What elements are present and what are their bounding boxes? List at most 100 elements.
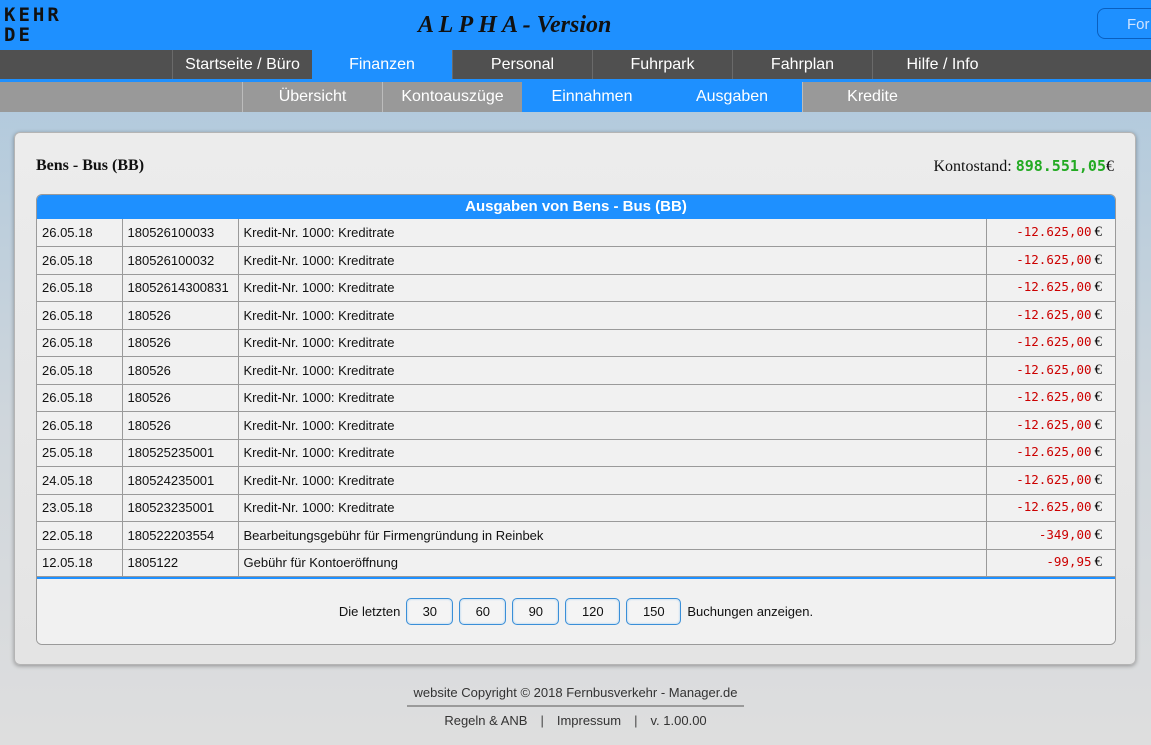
subnav-tab-einnahmen[interactable]: Einnahmen xyxy=(522,82,662,112)
row-currency: € xyxy=(1094,251,1103,268)
row-amount-cell: -12.625,00 € xyxy=(986,494,1115,522)
row-amount: -12.625,00 xyxy=(1016,279,1092,295)
balance-amount: 898.551,05 xyxy=(1015,157,1106,175)
row-amount-cell: -12.625,00 € xyxy=(986,439,1115,467)
footer-prefix: Die letzten xyxy=(338,604,401,619)
row-currency: € xyxy=(1094,416,1103,433)
show-150-button[interactable]: 150 xyxy=(626,598,682,625)
logo[interactable]: KEHR DE xyxy=(4,5,62,45)
table-row: 24.05.18 180524235001 Kredit-Nr. 1000: Kre… xyxy=(37,466,1115,495)
row-description: Kredit-Nr. 1000: Kreditrate xyxy=(238,384,987,412)
row-reference: 180524235001 xyxy=(122,466,239,495)
row-currency: € xyxy=(1094,554,1103,571)
logo-line2: DE xyxy=(4,24,33,46)
row-amount: -349,00 xyxy=(1038,526,1092,542)
row-amount-cell: -99,95 € xyxy=(986,549,1115,577)
row-amount-cell: -12.625,00 € xyxy=(986,219,1115,247)
row-reference: 180526100032 xyxy=(122,246,239,275)
row-date: 26.05.18 xyxy=(37,329,123,357)
row-reference: 18052614300831 xyxy=(122,274,239,302)
row-currency: € xyxy=(1094,361,1103,378)
header-right-button[interactable]: For xyxy=(1097,8,1151,39)
table-row: 22.05.18 180522203554 Bearbeitungsgebühr f… xyxy=(37,521,1115,550)
link-regeln[interactable]: Regeln & ANB xyxy=(444,713,527,728)
table-row: 26.05.18 180526100032 Kredit-Nr. 1000: Kre… xyxy=(37,246,1115,275)
footer-links: Regeln & ANB | Impressum | v. 1.00.00 xyxy=(444,713,707,728)
row-amount-cell: -12.625,00 € xyxy=(986,411,1115,440)
subnav-tab-kontoauszuege[interactable]: Kontoauszüge xyxy=(382,82,522,112)
row-description: Kredit-Nr. 1000: Kreditrate xyxy=(238,411,987,440)
version-label: v. 1.00.00 xyxy=(650,713,707,728)
row-amount-cell: -12.625,00 € xyxy=(986,246,1115,275)
row-amount: -12.625,00 xyxy=(1016,306,1092,322)
row-description: Kredit-Nr. 1000: Kreditrate xyxy=(238,356,987,385)
table-title: Ausgaben von Bens - Bus (BB) xyxy=(37,195,1115,219)
row-currency: € xyxy=(1094,444,1103,461)
nav-tab-hilfe[interactable]: Hilfe / Info xyxy=(872,50,1012,79)
row-currency: € xyxy=(1094,334,1103,351)
copyright: website Copyright © 2018 Fernbusverkehr … xyxy=(407,684,744,707)
footer-suffix: Buchungen anzeigen. xyxy=(687,604,814,619)
subnav-tab-uebersicht[interactable]: Übersicht xyxy=(242,82,382,112)
row-date: 26.05.18 xyxy=(37,219,123,247)
show-120-button[interactable]: 120 xyxy=(565,598,621,625)
show-30-button[interactable]: 30 xyxy=(406,598,454,625)
row-description: Kredit-Nr. 1000: Kreditrate xyxy=(238,329,987,357)
nav-tab-fuhrpark[interactable]: Fuhrpark xyxy=(592,50,732,79)
row-currency: € xyxy=(1094,279,1103,296)
row-currency: € xyxy=(1094,224,1103,240)
nav-tab-startseite[interactable]: Startseite / Büro xyxy=(172,50,312,79)
row-amount-cell: -12.625,00 € xyxy=(986,329,1115,357)
row-amount: -12.625,00 xyxy=(1016,444,1092,460)
row-amount: -12.625,00 xyxy=(1016,334,1092,350)
row-amount-cell: -12.625,00 € xyxy=(986,274,1115,302)
row-amount: -12.625,00 xyxy=(1016,251,1092,267)
table-row: 26.05.18 180526100033 Kredit-Nr. 1000: Kre… xyxy=(37,219,1115,247)
row-reference: 180525235001 xyxy=(122,439,239,467)
row-reference: 180526 xyxy=(122,301,239,330)
row-amount: -12.625,00 xyxy=(1016,499,1092,515)
nav-tab-fahrplan[interactable]: Fahrplan xyxy=(732,50,872,79)
row-amount: -99,95 xyxy=(1046,554,1092,570)
row-reference: 180526100033 xyxy=(122,219,239,247)
header-bar: KEHR DE A L P H A - Version For xyxy=(0,0,1151,50)
table-row: 26.05.18 180526 Kredit-Nr. 1000: Kreditrat… xyxy=(37,384,1115,412)
account-balance: Kontostand: 898.551,05€ xyxy=(933,157,1114,176)
row-currency: € xyxy=(1094,306,1103,323)
balance-label: Kontostand: xyxy=(933,158,1012,175)
table-footer: Die letzten 30 60 90 120 150 Buchungen a… xyxy=(37,577,1115,644)
main-nav: Startseite / Büro Finanzen Personal Fuhr… xyxy=(0,50,1151,82)
balance-currency: € xyxy=(1106,158,1114,175)
row-date: 26.05.18 xyxy=(37,246,123,275)
table-row: 25.05.18 180525235001 Kredit-Nr. 1000: Kre… xyxy=(37,439,1115,467)
row-reference: 180526 xyxy=(122,329,239,357)
show-90-button[interactable]: 90 xyxy=(512,598,560,625)
expenses-table: Ausgaben von Bens - Bus (BB) 26.05.18 180… xyxy=(36,194,1116,645)
table-row: 23.05.18 180523235001 Kredit-Nr. 1000: Kre… xyxy=(37,494,1115,522)
row-description: Kredit-Nr. 1000: Kreditrate xyxy=(238,466,987,495)
row-currency: € xyxy=(1094,471,1103,488)
row-date: 23.05.18 xyxy=(37,494,123,522)
row-date: 22.05.18 xyxy=(37,521,123,550)
row-currency: € xyxy=(1094,389,1103,406)
row-amount-cell: -349,00 € xyxy=(986,521,1115,550)
row-currency: € xyxy=(1094,499,1103,516)
nav-tab-finanzen[interactable]: Finanzen xyxy=(312,50,452,79)
row-amount-cell: -12.625,00 € xyxy=(986,384,1115,412)
row-amount: -12.625,00 xyxy=(1016,224,1092,239)
row-date: 26.05.18 xyxy=(37,384,123,412)
nav-tab-personal[interactable]: Personal xyxy=(452,50,592,79)
subnav-tab-ausgaben[interactable]: Ausgaben xyxy=(662,82,802,112)
show-60-button[interactable]: 60 xyxy=(459,598,507,625)
row-date: 26.05.18 xyxy=(37,411,123,440)
link-impressum[interactable]: Impressum xyxy=(557,713,621,728)
row-description: Kredit-Nr. 1000: Kreditrate xyxy=(238,246,987,275)
row-currency: € xyxy=(1094,526,1103,543)
row-description: Kredit-Nr. 1000: Kreditrate xyxy=(238,301,987,330)
sub-nav: Übersicht Kontoauszüge Einnahmen Ausgabe… xyxy=(0,82,1151,112)
row-date: 24.05.18 xyxy=(37,466,123,495)
row-reference: 180522203554 xyxy=(122,521,239,550)
row-description: Kredit-Nr. 1000: Kreditrate xyxy=(238,219,987,247)
row-reference: 1805122 xyxy=(122,549,239,577)
subnav-tab-kredite[interactable]: Kredite xyxy=(802,82,942,112)
